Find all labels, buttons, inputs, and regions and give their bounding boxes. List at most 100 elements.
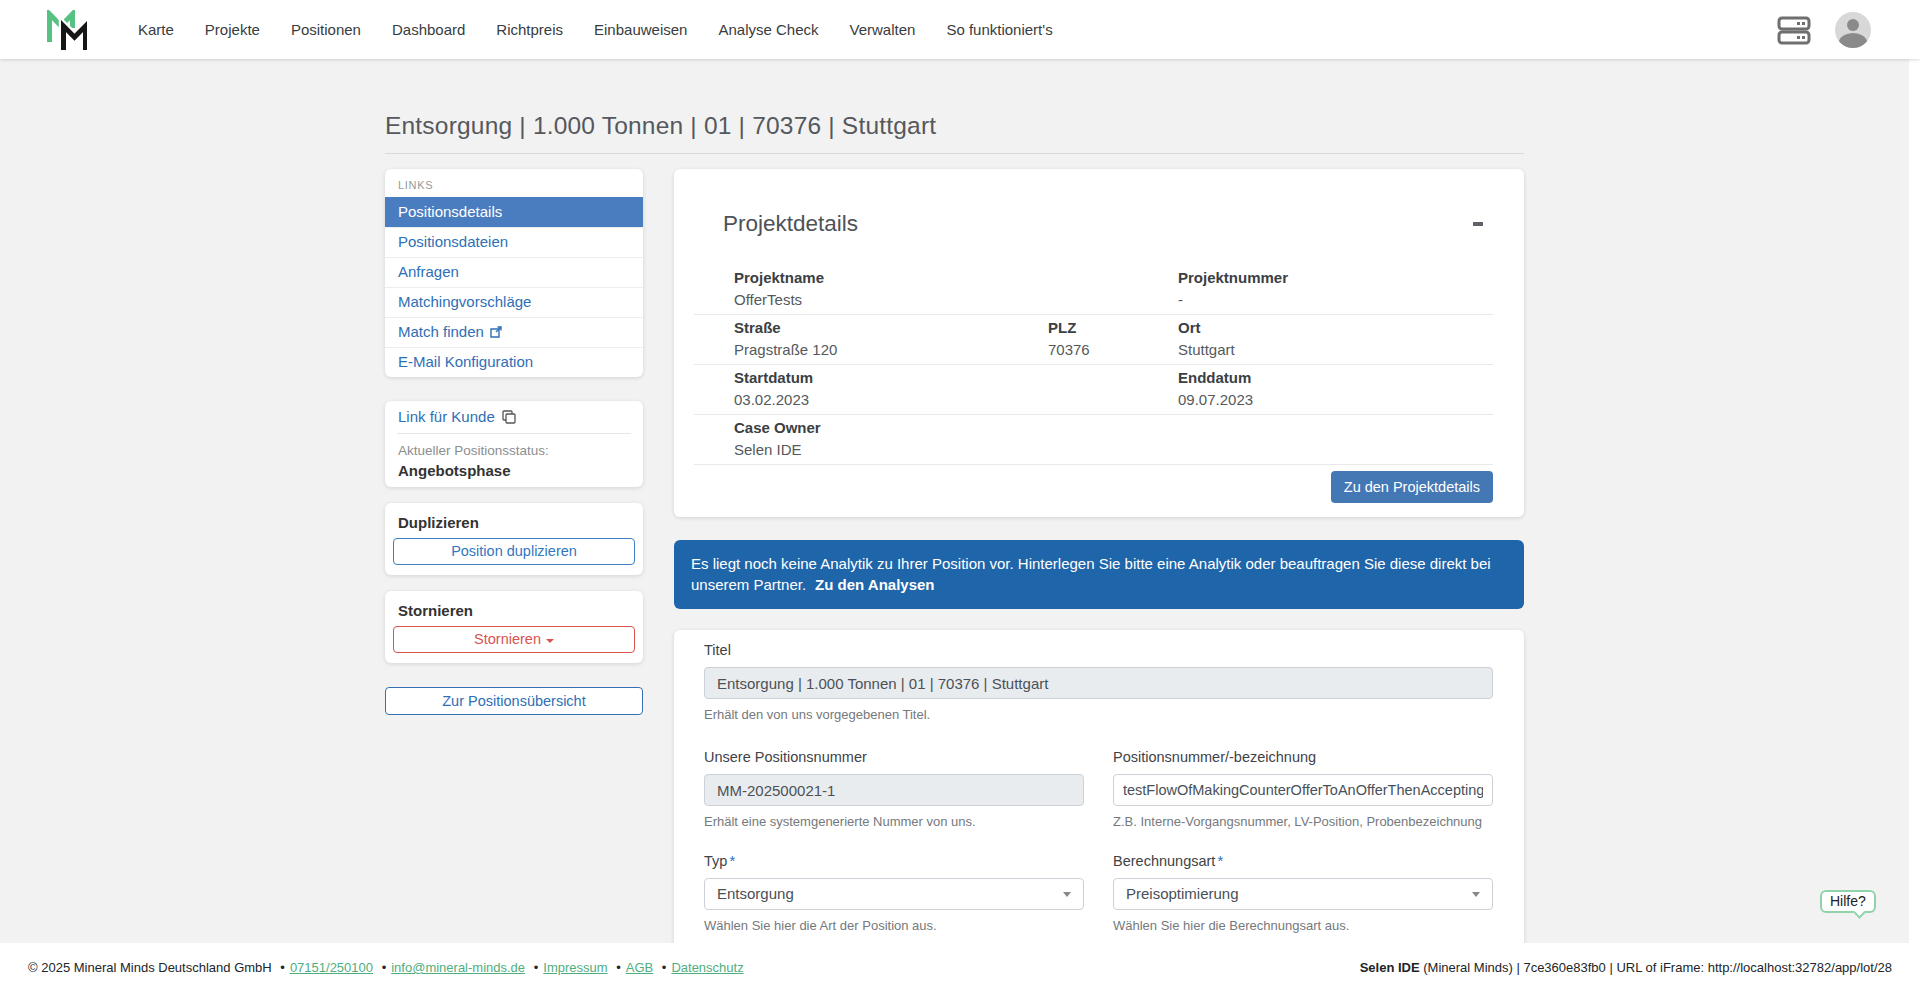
nav-item-so-funktionierts[interactable]: So funktioniert's bbox=[946, 21, 1052, 38]
links-card: LINKS Positionsdetails Positionsdateien … bbox=[385, 169, 643, 377]
field-value: - bbox=[1178, 291, 1493, 309]
field-label: Case Owner bbox=[734, 419, 1048, 437]
footer-datenschutz-link[interactable]: Datenschutz bbox=[671, 960, 743, 975]
to-project-details-button[interactable]: Zu den Projektdetails bbox=[1331, 471, 1493, 503]
sidebar-item-match-finden[interactable]: Match finden bbox=[385, 317, 643, 347]
nav-item-positionen[interactable]: Positionen bbox=[291, 21, 361, 38]
nav-item-karte[interactable]: Karte bbox=[138, 21, 174, 38]
analytics-info-banner: Es liegt noch keine Analytik zu Ihrer Po… bbox=[674, 540, 1524, 609]
duplicate-card: Duplizieren Position duplizieren bbox=[385, 503, 643, 575]
copy-icon bbox=[502, 410, 516, 424]
title-divider bbox=[385, 153, 1524, 154]
typ-hint: Wählen Sie hier die Art der Position aus… bbox=[704, 918, 1084, 933]
nav-item-projekte[interactable]: Projekte bbox=[205, 21, 260, 38]
sidebar-item-matchingvorschlaege[interactable]: Matchingvorschläge bbox=[385, 287, 643, 317]
field-value: Pragstraße 120 bbox=[734, 341, 1048, 359]
cancel-heading: Stornieren bbox=[398, 602, 630, 619]
nav-item-analyse-check[interactable]: Analyse Check bbox=[718, 21, 818, 38]
duplicate-heading: Duplizieren bbox=[398, 514, 630, 531]
user-avatar[interactable] bbox=[1835, 12, 1871, 48]
field-value: Stuttgart bbox=[1178, 341, 1493, 359]
field-row: Case Owner Selen IDE bbox=[694, 415, 1493, 465]
caret-down-icon bbox=[546, 639, 554, 643]
field-value: 03.02.2023 bbox=[734, 391, 1048, 409]
titel-input bbox=[704, 667, 1493, 699]
nav-item-einbauweisen[interactable]: Einbauweisen bbox=[594, 21, 687, 38]
field-row: Projektname OfferTests Projektnummer - bbox=[694, 265, 1493, 315]
footer-session-info: Selen IDE (Mineral Minds) | 7ce360e83fb0… bbox=[1360, 960, 1892, 975]
berechnungsart-hint: Wählen Sie hier die Berechnungsart aus. bbox=[1113, 918, 1493, 933]
field-label: Straße bbox=[734, 319, 1048, 337]
page-title: Entsorgung | 1.000 Tonnen | 01 | 70376 |… bbox=[385, 112, 1524, 140]
titel-group: Titel Erhält den von uns vorgegebenen Ti… bbox=[704, 642, 1493, 722]
project-fields: Projektname OfferTests Projektnummer - Str… bbox=[694, 265, 1493, 465]
duplicate-position-button[interactable]: Position duplizieren bbox=[393, 538, 635, 565]
field-label: Enddatum bbox=[1178, 369, 1493, 387]
pos-number-input[interactable] bbox=[1113, 774, 1493, 806]
sidebar-item-anfragen[interactable]: Anfragen bbox=[385, 257, 643, 287]
pos-number-label: Positionsnummer/-bezeichnung bbox=[1113, 749, 1493, 766]
field-value: Selen IDE bbox=[734, 441, 1048, 459]
project-details-heading: Projektdetails bbox=[723, 211, 858, 237]
typ-select[interactable]: Entsorgung bbox=[704, 878, 1084, 910]
external-link-icon bbox=[490, 326, 502, 338]
sidebar-item-positionsdetails[interactable]: Positionsdetails bbox=[385, 197, 643, 227]
pos-number-group: Positionsnummer/-bezeichnung Z.B. Intern… bbox=[1113, 749, 1493, 829]
footer-phone-link[interactable]: 07151/250100 bbox=[290, 960, 373, 975]
titel-hint: Erhält den von uns vorgegebenen Titel. bbox=[704, 707, 1493, 722]
nav-item-richtpreis[interactable]: Richtpreis bbox=[496, 21, 563, 38]
main-column: Projektdetails Projektname OfferTests Pro… bbox=[674, 169, 1524, 943]
customer-link[interactable]: Link für Kunde bbox=[398, 408, 630, 425]
position-overview-button[interactable]: Zur Positionsübersicht bbox=[385, 687, 643, 715]
sidebar: LINKS Positionsdetails Positionsdateien … bbox=[385, 169, 643, 943]
mineral-minds-logo[interactable] bbox=[47, 10, 87, 50]
sidebar-item-positionsdateien[interactable]: Positionsdateien bbox=[385, 227, 643, 257]
nav-item-dashboard[interactable]: Dashboard bbox=[392, 21, 465, 38]
field-value: 70376 bbox=[1048, 341, 1178, 359]
to-analyses-link[interactable]: Zu den Analysen bbox=[815, 576, 934, 593]
main-menu: Karte Projekte Positionen Dashboard Rich… bbox=[138, 21, 1084, 38]
our-number-input bbox=[704, 774, 1084, 806]
customer-link-card: Link für Kunde Aktueller Positionsstatus… bbox=[385, 401, 643, 487]
footer-left: © 2025 Mineral Minds Deutschland GmbH •0… bbox=[28, 960, 744, 975]
card-reader-icon[interactable] bbox=[1777, 14, 1811, 46]
field-value: 09.07.2023 bbox=[1178, 391, 1493, 409]
position-form-card: Titel Erhält den von uns vorgegebenen Ti… bbox=[674, 630, 1524, 943]
select-caret-icon bbox=[1063, 892, 1071, 897]
field-label: Startdatum bbox=[734, 369, 1048, 387]
berechnungsart-label: Berechnungsart* bbox=[1113, 853, 1493, 870]
typ-label: Typ* bbox=[704, 853, 1084, 870]
required-asterisk: * bbox=[729, 853, 735, 869]
divider bbox=[397, 433, 631, 434]
collapse-icon[interactable] bbox=[1473, 222, 1483, 226]
page-background: Entsorgung | 1.000 Tonnen | 01 | 70376 |… bbox=[0, 59, 1909, 943]
footer-impressum-link[interactable]: Impressum bbox=[543, 960, 607, 975]
our-number-label: Unsere Positionsnummer bbox=[704, 749, 1084, 766]
sidebar-item-email-konfiguration[interactable]: E-Mail Konfiguration bbox=[385, 347, 643, 377]
nav-item-verwalten[interactable]: Verwalten bbox=[850, 21, 916, 38]
navbar: Karte Projekte Positionen Dashboard Rich… bbox=[0, 0, 1920, 59]
field-label: Projektname bbox=[734, 269, 1048, 287]
field-label: Ort bbox=[1178, 319, 1493, 337]
typ-group: Typ* Entsorgung Wählen Sie hier die Art … bbox=[704, 853, 1084, 933]
cancel-button[interactable]: Stornieren bbox=[393, 626, 635, 653]
field-label: PLZ bbox=[1048, 319, 1178, 337]
our-number-group: Unsere Positionsnummer Erhält eine syste… bbox=[704, 749, 1084, 829]
footer-email-link[interactable]: info@mineral-minds.de bbox=[391, 960, 525, 975]
field-value: OfferTests bbox=[734, 291, 1048, 309]
our-number-hint: Erhält eine systemgenerierte Nummer von … bbox=[704, 814, 1084, 829]
project-details-card: Projektdetails Projektname OfferTests Pro… bbox=[674, 169, 1524, 517]
banner-text: Es liegt noch keine Analytik zu Ihrer Po… bbox=[691, 555, 1491, 593]
avatar-person-icon bbox=[1847, 19, 1859, 31]
field-row: Startdatum 03.02.2023 Enddatum 09.07.2023 bbox=[694, 365, 1493, 415]
berechnungsart-select[interactable]: Preisoptimierung bbox=[1113, 878, 1493, 910]
required-asterisk: * bbox=[1217, 853, 1223, 869]
titel-label: Titel bbox=[704, 642, 1493, 659]
status-value: Angebotsphase bbox=[398, 462, 630, 479]
status-label: Aktueller Positionsstatus: bbox=[398, 443, 630, 459]
field-label: Projektnummer bbox=[1178, 269, 1493, 287]
help-button[interactable]: Hilfe? bbox=[1820, 890, 1876, 913]
cancel-card: Stornieren Stornieren bbox=[385, 591, 643, 663]
footer-agb-link[interactable]: AGB bbox=[626, 960, 653, 975]
pos-number-hint: Z.B. Interne-Vorgangsnummer, LV-Position… bbox=[1113, 814, 1493, 829]
